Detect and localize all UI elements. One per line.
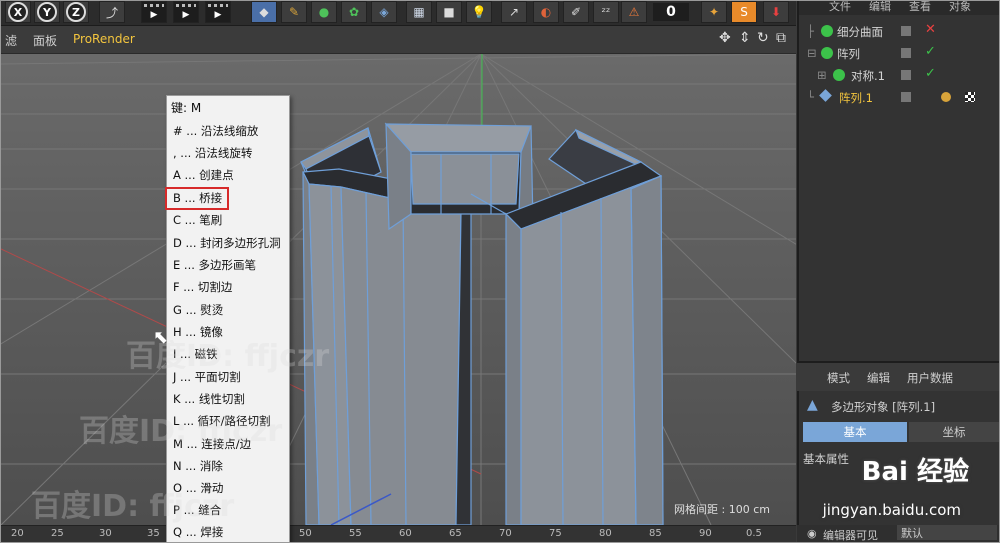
tab-coordinates[interactable]: 坐标 [909, 422, 999, 442]
object-row-array[interactable]: ⊟ 阵列 ✓ [799, 43, 999, 65]
viewport-menubar: 滤 面板 ProRender ✥ ⇕ ↻ ⧉ [1, 26, 796, 54]
zoom-icon[interactable]: ⇕ [739, 30, 751, 46]
watermark-text: 百度ID: ffjczr [79, 414, 283, 449]
polygon-object-icon: ▲ [807, 397, 818, 413]
material-tag-icon[interactable] [941, 92, 951, 102]
menu-prorender[interactable]: ProRender [73, 32, 135, 46]
warning-icon[interactable]: ⚠ [621, 1, 647, 23]
brush-icon[interactable]: ◐ [533, 1, 559, 23]
object-row-array-1[interactable]: └ 阵列.1 [799, 87, 999, 109]
layer-tag-icon[interactable] [901, 70, 911, 80]
light-icon[interactable]: 💡 [466, 1, 492, 23]
enabled-toggle[interactable]: ✓ [925, 44, 936, 59]
render-picture-viewer-button[interactable] [173, 1, 199, 23]
camera-icon[interactable]: ■ [436, 1, 462, 23]
scene-canvas [1, 54, 796, 525]
section-basic-properties: 基本属性 [803, 452, 849, 466]
menu-item-iron[interactable]: G ... 熨烫 [173, 300, 223, 320]
symmetry-object-icon [833, 69, 845, 81]
menu-item-weld[interactable]: Q ... 焊接 [173, 522, 223, 542]
object-row-subdivision[interactable]: ├ 细分曲面 ✕ [799, 21, 999, 43]
subdivision-object-icon [821, 25, 833, 37]
y-axis-button[interactable]: Y [34, 1, 60, 23]
menu-item-edge-cut[interactable]: F ... 切割边 [173, 277, 232, 297]
attribute-title: 多边形对象 [阵列.1] [831, 400, 936, 414]
visibility-toggle[interactable]: ✕ [925, 22, 936, 37]
pan-icon[interactable]: ✥ [719, 30, 731, 46]
floor-icon[interactable]: ▦ [406, 1, 432, 23]
menu-item-polygon-pen[interactable]: E ... 多边形画笔 [173, 255, 256, 275]
app-window: X Y Z ⤴ ◆ ✎ ● ✿ ◈ ▦ ■ 💡 ↗ ◐ ✐ ᶻᶻ ⚠ 0 ✦ S… [0, 0, 1000, 543]
baidu-url: jingyan.baidu.com [822, 501, 961, 519]
menu-item-dissolve[interactable]: N ... 消除 [173, 456, 223, 476]
menu-filter[interactable]: 滤 [5, 32, 17, 49]
layer-tag-icon[interactable] [901, 26, 911, 36]
layer-tag-icon[interactable] [901, 92, 911, 102]
3d-viewport[interactable]: 网格间距 : 100 cm [1, 54, 796, 525]
editor-visible-select[interactable]: 默认 [897, 525, 997, 540]
snap-icon[interactable]: ↗ [501, 1, 527, 23]
menu-item-brush[interactable]: C ... 笔刷 [173, 210, 222, 230]
baidu-jingyan-logo: Bai 经验 [861, 457, 969, 487]
x-axis-button[interactable]: X [5, 1, 31, 23]
sleep-icon[interactable]: ᶻᶻ [593, 1, 619, 23]
object-row-symmetry[interactable]: ⊞ 对称.1 ✓ [799, 65, 999, 87]
menu-item-normal-rotate[interactable]: , ... 沿法线旋转 [173, 143, 252, 163]
texture-tag-icon[interactable] [965, 92, 975, 102]
editor-visible-row: ◉ 编辑器可见 默认 [797, 525, 999, 542]
edit-icon[interactable]: ✐ [563, 1, 589, 23]
menu-header: 键: M [171, 101, 202, 115]
download-icon[interactable]: ⬇ [763, 1, 789, 23]
object-manager-menu: 文件 编辑 查看 对象 [799, 1, 999, 15]
menu-item-close-polygon-hole[interactable]: D ... 封闭多边形孔洞 [173, 233, 281, 253]
attribute-manager-menu: 模式 编辑 用户数据 [797, 361, 999, 391]
script-icon[interactable]: S [731, 1, 757, 23]
array-object-icon [821, 47, 833, 59]
coordinate-system-button[interactable]: ⤴ [99, 1, 125, 23]
layer-tag-icon[interactable] [901, 48, 911, 58]
bridge-highlight-box [165, 187, 229, 210]
grid-spacing-label: 网格间距 : 100 cm [674, 503, 770, 516]
hotkey-context-menu: 键: M # ... 沿法线缩放 , ... 沿法线旋转 A ... 创建点 B… [166, 95, 290, 542]
xpresso-icon[interactable]: ✦ [701, 1, 727, 23]
cube-icon[interactable]: ◆ [251, 1, 277, 23]
maximize-icon[interactable]: ⧉ [776, 30, 786, 46]
coordinate-icon: ⤴ [105, 5, 118, 20]
menu-item-create-point[interactable]: A ... 创建点 [173, 165, 234, 185]
spline-pen-icon[interactable]: ✎ [281, 1, 307, 23]
watermark-text: 百度ID: ffjczr [31, 489, 235, 524]
radio-icon[interactable]: ◉ [807, 527, 817, 540]
frame-counter: 0 [653, 3, 689, 21]
enabled-toggle[interactable]: ✓ [925, 66, 936, 81]
rotate-icon[interactable]: ↻ [757, 30, 769, 46]
array-icon[interactable]: ✿ [341, 1, 367, 23]
main-toolbar: X Y Z ⤴ ◆ ✎ ● ✿ ◈ ▦ ■ 💡 ↗ ◐ ✐ ᶻᶻ ⚠ 0 ✦ S… [1, 1, 796, 26]
z-axis-button[interactable]: Z [63, 1, 89, 23]
watermark-text: 百度ID: ffjczr [126, 339, 330, 374]
tab-basic[interactable]: 基本 [803, 422, 907, 442]
menu-item-normal-scale[interactable]: # ... 沿法线缩放 [173, 121, 258, 141]
subdivision-icon[interactable]: ● [311, 1, 337, 23]
polygon-object-icon [819, 89, 832, 102]
render-view-button[interactable] [141, 1, 167, 23]
render-settings-button[interactable] [205, 1, 231, 23]
timeline-ruler[interactable]: 20 25 30 35 45 50 55 60 65 70 75 80 85 9… [1, 525, 796, 542]
deformer-icon[interactable]: ◈ [371, 1, 397, 23]
menu-panel[interactable]: 面板 [33, 32, 57, 49]
